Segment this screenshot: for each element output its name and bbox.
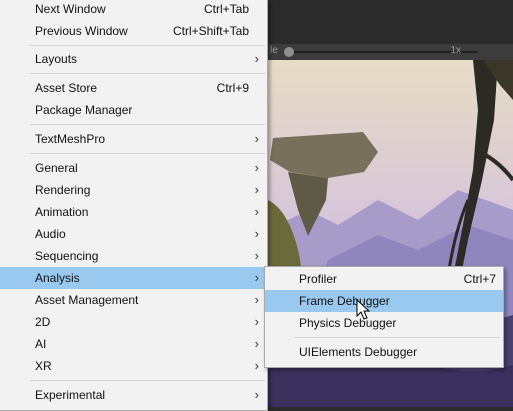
- menu-item-label: Analysis: [35, 271, 80, 285]
- menu-item-shortcut: Ctrl+9: [216, 81, 249, 95]
- submenu-item-frame-debugger[interactable]: Frame Debugger: [265, 290, 503, 312]
- menu-item-xr[interactable]: XR ›: [0, 355, 267, 377]
- submenu-arrow-icon: ›: [254, 248, 259, 263]
- menu-item-label: Animation: [35, 205, 89, 219]
- menu-separator: [30, 380, 265, 381]
- menu-item-textmeshpro[interactable]: TextMeshPro ›: [0, 128, 267, 150]
- submenu-item-physics-debugger[interactable]: Physics Debugger: [265, 312, 503, 334]
- menu-separator: [30, 73, 265, 74]
- submenu-arrow-icon: ›: [254, 292, 259, 307]
- window-menu: Next Window Ctrl+Tab Previous Window Ctr…: [0, 0, 268, 411]
- menu-separator: [30, 153, 265, 154]
- menu-item-label: Experimental: [35, 388, 106, 402]
- menu-item-label: Sequencing: [35, 249, 99, 263]
- menu-item-label: Next Window: [35, 2, 106, 16]
- menu-item-label: TextMeshPro: [35, 132, 106, 146]
- menu-item-label: Asset Management: [35, 293, 139, 307]
- submenu-arrow-icon: ›: [254, 270, 259, 285]
- submenu-item-profiler[interactable]: Profiler Ctrl+7: [265, 268, 503, 290]
- menu-item-label: Rendering: [35, 183, 91, 197]
- submenu-arrow-icon: ›: [254, 204, 259, 219]
- menu-item-animation[interactable]: Animation ›: [0, 201, 267, 223]
- menu-item-2d[interactable]: 2D ›: [0, 311, 267, 333]
- submenu-item-uielements-debugger[interactable]: UIElements Debugger: [265, 341, 503, 363]
- menu-separator: [30, 124, 265, 125]
- menu-item-analysis[interactable]: Analysis ›: [0, 267, 267, 289]
- mouse-cursor-icon: [356, 299, 370, 320]
- scale-value: 1x: [450, 45, 461, 56]
- menu-item-label: Previous Window: [35, 24, 128, 38]
- submenu-arrow-icon: ›: [254, 226, 259, 241]
- menu-item-label: Audio: [35, 227, 66, 241]
- menu-item-asset-management[interactable]: Asset Management ›: [0, 289, 267, 311]
- menu-item-audio[interactable]: Audio ›: [0, 223, 267, 245]
- menu-item-next-window[interactable]: Next Window Ctrl+Tab: [0, 0, 267, 20]
- analysis-submenu: Profiler Ctrl+7 Frame Debugger Physics D…: [264, 266, 504, 368]
- menu-item-label: Package Manager: [35, 103, 133, 117]
- menu-item-rendering[interactable]: Rendering ›: [0, 179, 267, 201]
- menu-item-asset-store[interactable]: Asset Store Ctrl+9: [0, 77, 267, 99]
- menu-item-label: Profiler: [299, 272, 338, 286]
- menu-item-label: XR: [35, 359, 52, 373]
- menu-separator: [30, 45, 265, 46]
- scale-label: le: [270, 45, 278, 56]
- menu-item-shortcut: Ctrl+7: [463, 272, 496, 286]
- game-view-toolbar: le 1x: [268, 44, 513, 61]
- menu-item-ai[interactable]: AI ›: [0, 333, 267, 355]
- menu-separator: [295, 337, 500, 338]
- submenu-arrow-icon: ›: [254, 51, 259, 66]
- menu-item-label: UIElements Debugger: [299, 345, 418, 359]
- submenu-arrow-icon: ›: [254, 336, 259, 351]
- submenu-arrow-icon: ›: [254, 182, 259, 197]
- menu-item-label: Layouts: [35, 52, 78, 66]
- menu-item-shortcut: Ctrl+Shift+Tab: [172, 24, 249, 38]
- submenu-arrow-icon: ›: [254, 358, 259, 373]
- menu-item-label: Frame Debugger: [299, 294, 390, 308]
- submenu-arrow-icon: ›: [254, 314, 259, 329]
- menu-item-layouts[interactable]: Layouts ›: [0, 48, 267, 70]
- menu-item-experimental[interactable]: Experimental ›: [0, 384, 267, 406]
- menu-item-previous-window[interactable]: Previous Window Ctrl+Shift+Tab: [0, 20, 267, 42]
- submenu-arrow-icon: ›: [254, 387, 259, 402]
- menu-item-label: Physics Debugger: [299, 316, 397, 330]
- menu-item-shortcut: Ctrl+Tab: [203, 2, 249, 16]
- menu-item-label: Asset Store: [35, 81, 98, 95]
- menu-item-label: AI: [35, 337, 47, 351]
- menu-item-label: General: [35, 161, 78, 175]
- menu-item-label: 2D: [35, 315, 51, 329]
- submenu-arrow-icon: ›: [254, 160, 259, 175]
- scale-slider-thumb[interactable]: [284, 47, 294, 57]
- submenu-arrow-icon: ›: [254, 131, 259, 146]
- menu-item-sequencing[interactable]: Sequencing ›: [0, 245, 267, 267]
- menu-item-general[interactable]: General ›: [0, 157, 267, 179]
- menu-item-package-manager[interactable]: Package Manager: [0, 99, 267, 121]
